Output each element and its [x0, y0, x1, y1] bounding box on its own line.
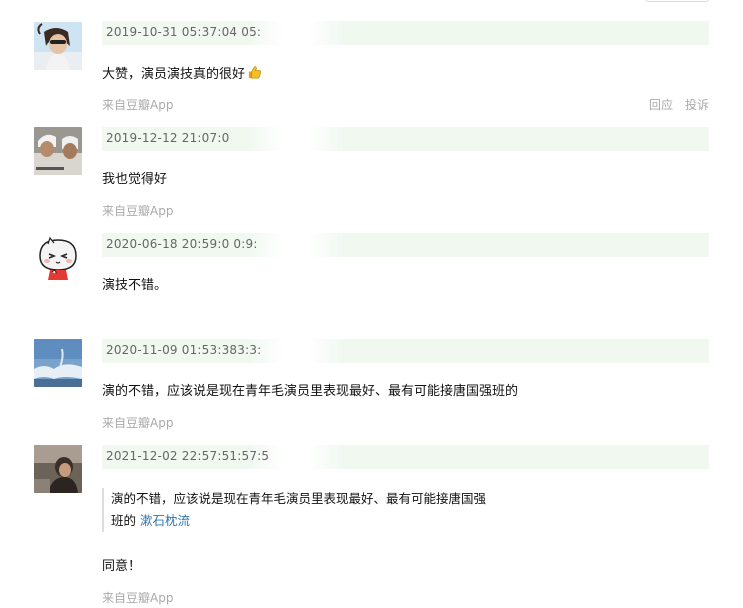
comment-text: 演的不错，应该说是现在青年毛演员里表现最好、最有可能接唐国强班的 [102, 384, 519, 399]
reply-link[interactable]: 回应 [649, 98, 673, 112]
comment-time: 2019-12-12 21:07:0 [106, 131, 230, 145]
quoted-comment: 演的不错，应该说是现在青年毛演员里表现最好、最有可能接唐国强 班的 漱石枕流 [102, 488, 522, 532]
comment-text: 演技不错。 [102, 278, 168, 293]
quote-author-link[interactable]: 漱石枕流 [140, 513, 190, 528]
avatar[interactable] [34, 445, 82, 493]
comment-meta: 2020-11-09 01:53:383:3: [102, 339, 709, 363]
comment-list: 2019-10-31 05:37:04 05: 大赞，演员演技真的很好 来自豆瓣… [0, 0, 743, 608]
comment-body: 大赞，演员演技真的很好 [102, 67, 246, 82]
avatar[interactable] [34, 22, 82, 70]
quote-text-line: 班的 [111, 513, 137, 528]
comment-meta: 2020-06-18 20:59:0 0:9: [102, 233, 709, 257]
report-link[interactable]: 投诉 [685, 98, 709, 112]
comment-time: 2020-11-09 01:53:383:3: [106, 343, 262, 357]
avatar[interactable] [34, 339, 82, 387]
comment-text: 大赞，演员演技真的很好 [102, 63, 262, 84]
avatar[interactable] [34, 127, 82, 175]
comment-source: 来自豆瓣App [102, 204, 174, 218]
comment-actions: 回应 投诉 [637, 96, 709, 113]
avatar[interactable] [34, 234, 82, 282]
comment-meta: 2019-10-31 05:37:04 05: [102, 21, 709, 45]
comment-source: 来自豆瓣App [102, 416, 174, 430]
top-button-edge [645, 0, 709, 2]
thumbs-up-icon [247, 65, 262, 84]
comment-time: 2020-06-18 20:59:0 0:9: [106, 237, 258, 251]
comment-meta: 2021-12-02 22:57:51:57:5 [102, 445, 709, 469]
comment-time: 2021-12-02 22:57:51:57:5 [106, 449, 270, 463]
comment-source: 来自豆瓣App [102, 98, 174, 112]
comment-text: 同意！ [102, 559, 142, 574]
comment-text: 我也觉得好 [102, 172, 168, 187]
comment-source: 来自豆瓣App [102, 591, 174, 605]
quote-text-line: 演的不错，应该说是现在青年毛演员里表现最好、最有可能接唐国强 [111, 491, 487, 506]
comment-meta: 2019-12-12 21:07:0 [102, 127, 709, 151]
comment-time: 2019-10-31 05:37:04 05: [106, 25, 262, 39]
